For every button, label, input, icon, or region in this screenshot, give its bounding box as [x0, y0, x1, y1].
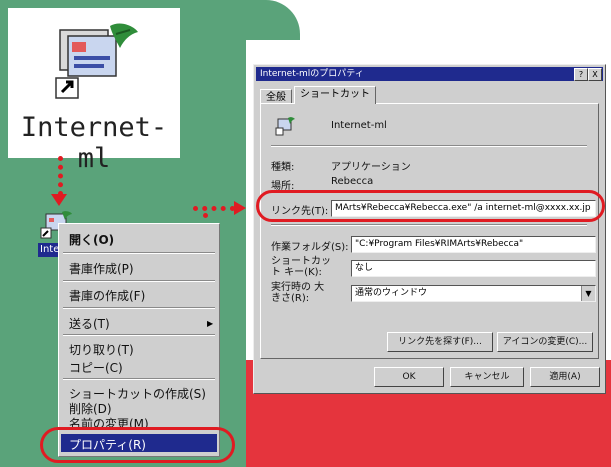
right-arrow-icon	[234, 201, 246, 215]
menu-item-cut[interactable]: 切り取り(T)	[69, 341, 134, 358]
down-arrow-icon	[51, 194, 67, 206]
shortcut-icon-card: Internet-ml	[8, 8, 180, 174]
cancel-button[interactable]: キャンセル	[450, 367, 524, 387]
tab-shortcut[interactable]: ショートカット	[294, 86, 376, 104]
dotted-connector-line	[58, 156, 63, 196]
context-menu: 開く(O) 書庫作成(P) 書庫の作成(F) 送る(T) ▶ 切り取り(T) コ…	[58, 223, 220, 457]
target-field-highlight	[256, 190, 605, 222]
run-size-label: 実行時の 大きさ(R):	[271, 282, 325, 304]
working-folder-field[interactable]: "C:¥Program Files¥RIMArts¥Rebecca"	[351, 236, 596, 253]
menu-separator	[63, 280, 215, 282]
internet-ml-small-icon	[275, 116, 295, 136]
menu-separator	[63, 334, 215, 336]
menu-separator	[63, 378, 215, 380]
dialog-titlebar: Internet-mlのプロパティ ? X	[256, 67, 603, 81]
menu-item-open[interactable]: 開く(O)	[69, 231, 114, 248]
menu-separator	[63, 252, 215, 254]
chevron-down-icon[interactable]: ▼	[581, 286, 595, 301]
run-size-select[interactable]: 通常のウィンドウ ▼	[351, 285, 596, 302]
submenu-arrow-icon: ▶	[207, 319, 214, 328]
shortcut-name: Internet-ml	[331, 120, 387, 131]
dialog-separator	[271, 224, 587, 226]
apply-button[interactable]: 適用(A)	[530, 367, 600, 387]
menu-item-make-archive[interactable]: 書庫の作成(F)	[69, 287, 145, 304]
tab-general[interactable]: 全般	[260, 89, 292, 104]
change-icon-button[interactable]: アイコンの変更(C)...	[497, 332, 593, 352]
shortcut-key-label: ショートカット キー(K):	[271, 256, 331, 278]
find-target-button[interactable]: リンク先を探す(F)...	[387, 332, 493, 352]
ok-button[interactable]: OK	[374, 367, 444, 387]
close-button[interactable]: X	[588, 68, 602, 81]
help-button[interactable]: ?	[574, 68, 588, 81]
menu-separator	[63, 307, 215, 309]
dialog-title: Internet-mlのプロパティ	[260, 69, 364, 79]
dialog-separator	[271, 145, 587, 147]
menu-item-copy[interactable]: コピー(C)	[69, 359, 123, 376]
shortcut-icon-label: Internet-ml	[20, 112, 168, 174]
type-value: アプリケーション	[331, 162, 411, 173]
shortcut-key-field[interactable]: なし	[351, 260, 596, 277]
properties-item-highlight	[40, 427, 235, 463]
menu-item-create-archive[interactable]: 書庫作成(P)	[69, 260, 134, 277]
menu-item-send-to[interactable]: 送る(T)	[69, 315, 110, 332]
properties-dialog: Internet-mlのプロパティ ? X 全般 ショートカット Interne…	[253, 64, 606, 394]
location-value: Rebecca	[331, 176, 374, 187]
internet-ml-app-icon	[54, 22, 140, 102]
type-label: 種類:	[271, 162, 295, 173]
shortcut-tab-pane: Internet-ml 種類: アプリケーション 場所: Rebecca リンク…	[260, 103, 599, 359]
dotted-connector-line	[193, 206, 235, 211]
working-folder-label: 作業フォルダ(S):	[271, 242, 349, 253]
run-size-value: 通常のウィンドウ	[355, 288, 428, 298]
